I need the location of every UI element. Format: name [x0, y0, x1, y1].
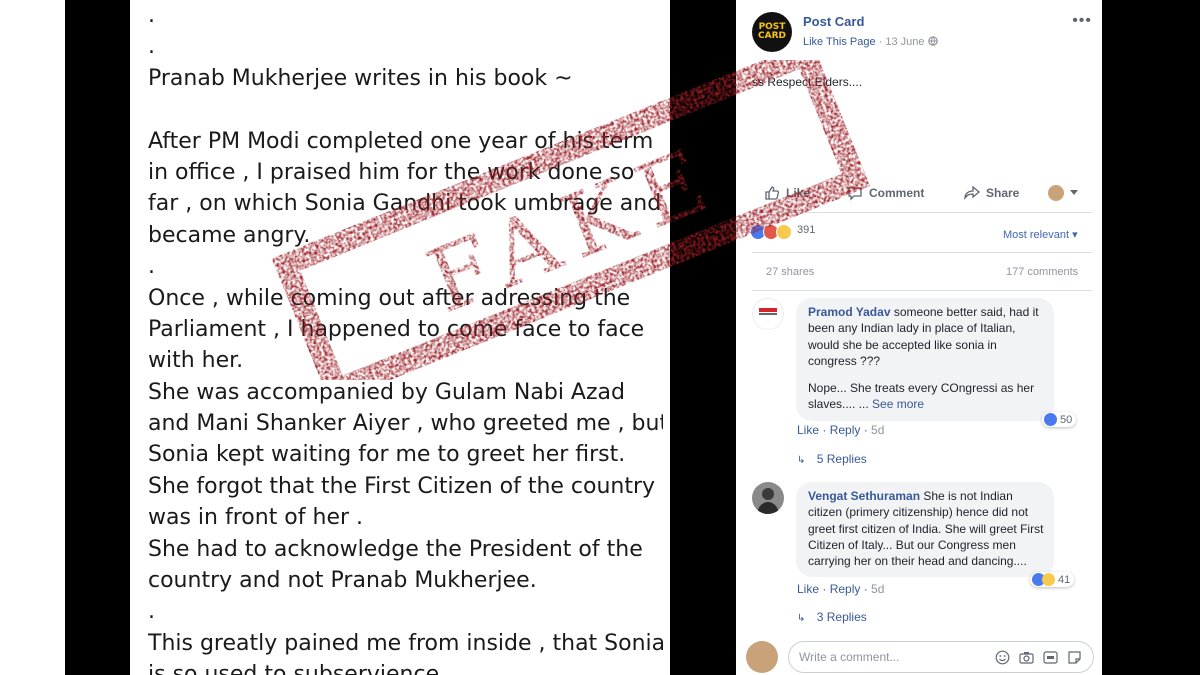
shares-count[interactable]: 27 shares	[766, 266, 814, 278]
post-header: POST CARD Post Card Like This Page · 13 …	[752, 12, 1092, 52]
camera-icon[interactable]	[1019, 650, 1034, 665]
comment-author[interactable]: Vengat Sethuraman	[808, 489, 920, 503]
message-line: She had to acknowledge the President of …	[148, 536, 643, 562]
message-line	[148, 94, 663, 125]
message-line: Pranab Mukherjee writes in his book ~	[148, 65, 573, 91]
commenter-avatar[interactable]	[752, 482, 784, 514]
viewer-avatar	[746, 641, 778, 673]
comment-time[interactable]: 5d	[871, 423, 884, 437]
haha-reaction-icon	[1042, 573, 1055, 586]
view-replies-link[interactable]: ↳ 3 Replies	[797, 610, 867, 624]
like-button[interactable]: Like	[764, 185, 810, 201]
sticker-icon[interactable]	[1067, 650, 1082, 665]
message-line: .	[148, 3, 155, 28]
reaction-count: 391	[797, 224, 816, 236]
page-name-link[interactable]: Post Card	[803, 14, 864, 29]
message-line: Sonia kept waiting for me to greet her f…	[148, 442, 626, 468]
like-page-link[interactable]: Like This Page	[803, 36, 876, 48]
comment-reaction-count[interactable]: 41	[1030, 572, 1075, 587]
post-actions: Like Comment Share	[752, 180, 1092, 208]
like-reaction-icon	[1044, 413, 1057, 426]
public-globe-icon	[927, 36, 938, 48]
message-line: is so used to subservience .	[148, 662, 454, 675]
counts-divider	[752, 290, 1092, 291]
message-line: .	[148, 254, 155, 280]
message-line: in office , I praised him for the work d…	[148, 159, 635, 185]
comment-input[interactable]: Write a comment...	[788, 641, 1094, 673]
facebook-post: POST CARD Post Card Like This Page · 13 …	[736, 0, 1102, 675]
message-line: and Mani Shanker Aiyer , who greeted me …	[148, 411, 663, 437]
replies-label: 5 Replies	[816, 452, 867, 466]
speech-bubble-icon	[848, 187, 862, 201]
message-line: country and not Pranab Mukherjee.	[148, 568, 537, 594]
comment-bubble: Vengat Sethuraman She is not Indian citi…	[796, 482, 1054, 578]
message-line: far , on which Sonia Gandhi took umbrage…	[148, 191, 662, 217]
post-text: ss Respect Elders....	[752, 75, 863, 89]
more-options-icon[interactable]: •••	[1072, 12, 1092, 30]
message-line: .	[148, 34, 155, 60]
viewer-avatar-icon	[1048, 185, 1064, 201]
sad-reaction-icon	[776, 224, 792, 240]
message-line: became angry.	[148, 222, 311, 248]
post-date[interactable]: 13 June	[885, 36, 924, 48]
post-meta: Like This Page · 13 June	[803, 36, 938, 48]
share-label: Share	[986, 186, 1020, 200]
left-black-bar	[65, 0, 130, 675]
comment-actions: Like · Reply · 5d	[797, 423, 885, 437]
right-black-bar	[1102, 0, 1200, 675]
write-comment-row: Write a comment...	[746, 640, 1096, 674]
emoji-icon[interactable]	[995, 650, 1010, 665]
reactions-divider	[752, 252, 1092, 253]
page-logo[interactable]: POST CARD	[752, 12, 792, 52]
message-line: She was accompanied by Gulam Nabi Azad	[148, 379, 625, 405]
sort-caret-icon: ▾	[1072, 229, 1078, 241]
commenter-avatar[interactable]	[752, 298, 784, 330]
reply-arrow-icon: ↳	[797, 455, 806, 466]
reply-arrow-icon: ↳	[797, 613, 806, 624]
actions-divider	[752, 212, 1092, 213]
comment-author[interactable]: Pramod Yadav	[808, 305, 891, 319]
forwarded-message-text: .. Pranab Mukherjee writes in his book ~ A…	[148, 0, 663, 675]
comment-reaction-count[interactable]: 50	[1042, 412, 1077, 427]
comment-reaction-number: 50	[1060, 413, 1073, 426]
comment-input-placeholder: Write a comment...	[799, 650, 900, 664]
sort-label: Most relevant	[1003, 229, 1070, 241]
middle-black-bar	[670, 0, 736, 675]
message-line: She forgot that the First Citizen of the…	[148, 473, 656, 499]
logo-text-bottom: CARD	[758, 31, 786, 41]
reaction-selector-button[interactable]	[1048, 185, 1078, 201]
message-line: was in front of her .	[148, 505, 364, 531]
message-line: After PM Modi completed one year of his …	[148, 128, 654, 154]
comment-reply-link[interactable]: Reply	[830, 582, 861, 596]
share-button[interactable]: Share	[964, 185, 1019, 201]
comments-count[interactable]: 177 comments	[1006, 266, 1078, 278]
comment-actions: Like · Reply · 5d	[797, 582, 885, 596]
thumbs-up-icon	[765, 186, 780, 200]
view-replies-link[interactable]: ↳ 5 Replies	[797, 452, 867, 466]
comment-reply-link[interactable]: Reply	[830, 423, 861, 437]
gif-icon[interactable]	[1043, 650, 1058, 665]
comment-reaction-number: 41	[1058, 573, 1071, 586]
message-line: This greatly pained me from inside , tha…	[148, 630, 663, 656]
share-arrow-icon	[964, 185, 980, 201]
comment-like-link[interactable]: Like	[797, 423, 819, 437]
message-line: Parliament , I happened to come face to …	[148, 316, 645, 342]
comment-like-link[interactable]: Like	[797, 582, 819, 596]
comment-button[interactable]: Comment	[847, 185, 924, 201]
sort-comments-dropdown[interactable]: Most relevant ▾	[1003, 228, 1078, 241]
message-line: with her.	[148, 348, 244, 374]
comment-time[interactable]: 5d	[871, 582, 884, 596]
caret-down-icon	[1070, 190, 1078, 195]
see-more-link[interactable]: See more	[872, 397, 924, 411]
message-line: Once , while coming out after adressing …	[148, 285, 631, 311]
reaction-summary[interactable]: 391	[750, 224, 815, 240]
comment-label: Comment	[869, 186, 925, 200]
message-line: .	[148, 599, 155, 625]
like-label: Like	[786, 186, 811, 200]
comment-bubble: Pramod Yadav someone better said, had it…	[796, 298, 1054, 421]
replies-label: 3 Replies	[816, 610, 867, 624]
